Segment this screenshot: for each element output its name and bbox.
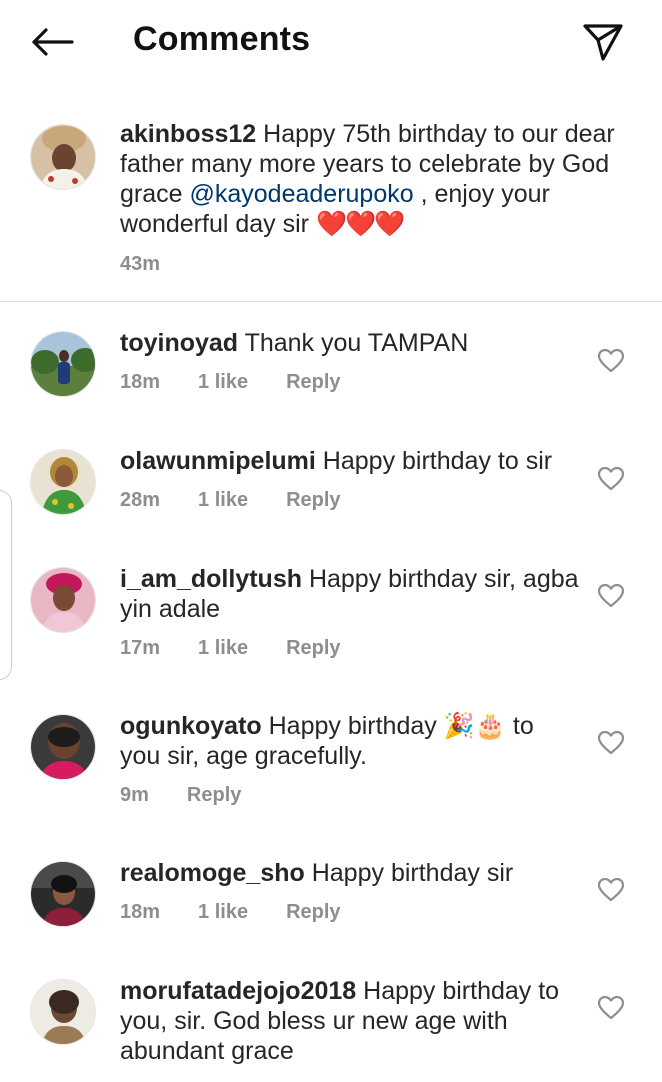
comment-username[interactable]: ogunkoyato [120, 712, 262, 740]
page-title: Comments [133, 20, 311, 58]
comment-username[interactable]: toyinoyad [120, 329, 238, 357]
heart-outline-icon [598, 996, 624, 1020]
send-paper-plane-icon [583, 24, 623, 61]
reply-button[interactable]: Reply [286, 637, 340, 660]
reply-button[interactable]: Reply [286, 371, 340, 394]
comment-username[interactable]: morufatadejojo2018 [120, 977, 356, 1005]
comment-text: morufatadejojo2018 Happy birthday to you… [120, 976, 580, 1066]
like-comment-button[interactable] [596, 347, 626, 375]
comment-text: toyinoyad Thank you TAMPAN [120, 328, 580, 358]
avatar[interactable] [30, 714, 96, 780]
heart-outline-icon [598, 349, 624, 373]
mention-link[interactable]: @kayodeaderupoko [189, 180, 413, 208]
like-comment-button[interactable] [596, 582, 626, 610]
avatar[interactable] [30, 331, 96, 397]
share-button[interactable] [578, 18, 628, 66]
comment-meta: 9m Reply [120, 784, 279, 807]
comment-meta: 17m 1 like Reply [120, 637, 379, 660]
comment-text: realomoge_sho Happy birthday sir [120, 858, 580, 888]
like-count[interactable]: 1 like [198, 489, 248, 512]
reply-button[interactable]: Reply [286, 901, 340, 924]
timestamp: 28m [120, 489, 161, 511]
caption-username[interactable]: akinboss12 [120, 120, 256, 148]
comment-text: ogunkoyato Happy birthday 🎉🎂 to you sir,… [120, 711, 580, 771]
reply-button[interactable]: Reply [187, 784, 241, 807]
post-caption: akinboss12 Happy 75th birthday to our de… [0, 110, 662, 302]
like-count[interactable]: 1 like [198, 371, 248, 394]
avatar[interactable] [30, 567, 96, 633]
comment-text: olawunmipelumi Happy birthday to sir [120, 446, 580, 476]
timestamp: 9m [120, 784, 149, 806]
timestamp: 18m [120, 901, 161, 923]
caption-text: akinboss12 Happy 75th birthday to our de… [120, 119, 620, 239]
top-bar: Comments [0, 0, 662, 84]
comment-meta: 28m 1 like Reply [120, 489, 379, 512]
reply-button[interactable]: Reply [286, 489, 340, 512]
timestamp: 17m [120, 637, 161, 659]
arrow-left-icon [32, 28, 74, 56]
avatar[interactable] [30, 979, 96, 1045]
timestamp: 43m [120, 253, 161, 275]
heart-outline-icon [598, 731, 624, 755]
like-comment-button[interactable] [596, 465, 626, 493]
like-count[interactable]: 1 like [198, 637, 248, 660]
like-comment-button[interactable] [596, 729, 626, 757]
comment-body: Thank you TAMPAN [238, 329, 469, 357]
like-comment-button[interactable] [596, 994, 626, 1022]
comment-body: Happy birthday sir [304, 859, 514, 887]
comment-username[interactable]: realomoge_sho [120, 859, 305, 887]
caption-meta: 43m [120, 253, 198, 276]
avatar[interactable] [30, 124, 96, 190]
edge-panel-handle[interactable] [0, 490, 12, 680]
back-button[interactable] [26, 20, 78, 64]
avatar[interactable] [30, 449, 96, 515]
comment-text: i_am_dollytush Happy birthday sir, agba … [120, 564, 590, 624]
heart-outline-icon [598, 467, 624, 491]
heart-outline-icon [598, 878, 624, 902]
like-comment-button[interactable] [596, 876, 626, 904]
comment-username[interactable]: olawunmipelumi [120, 447, 316, 475]
comment-username[interactable]: i_am_dollytush [120, 565, 302, 593]
like-count[interactable]: 1 like [198, 901, 248, 924]
avatar[interactable] [30, 861, 96, 927]
comment-meta: 18m 1 like Reply [120, 901, 379, 924]
heart-outline-icon [598, 584, 624, 608]
timestamp: 18m [120, 371, 161, 393]
heart-emojis: ❤️❤️❤️ [315, 210, 405, 238]
comment-meta: 18m 1 like Reply [120, 371, 379, 394]
comment-body: Happy birthday to sir [315, 447, 553, 475]
